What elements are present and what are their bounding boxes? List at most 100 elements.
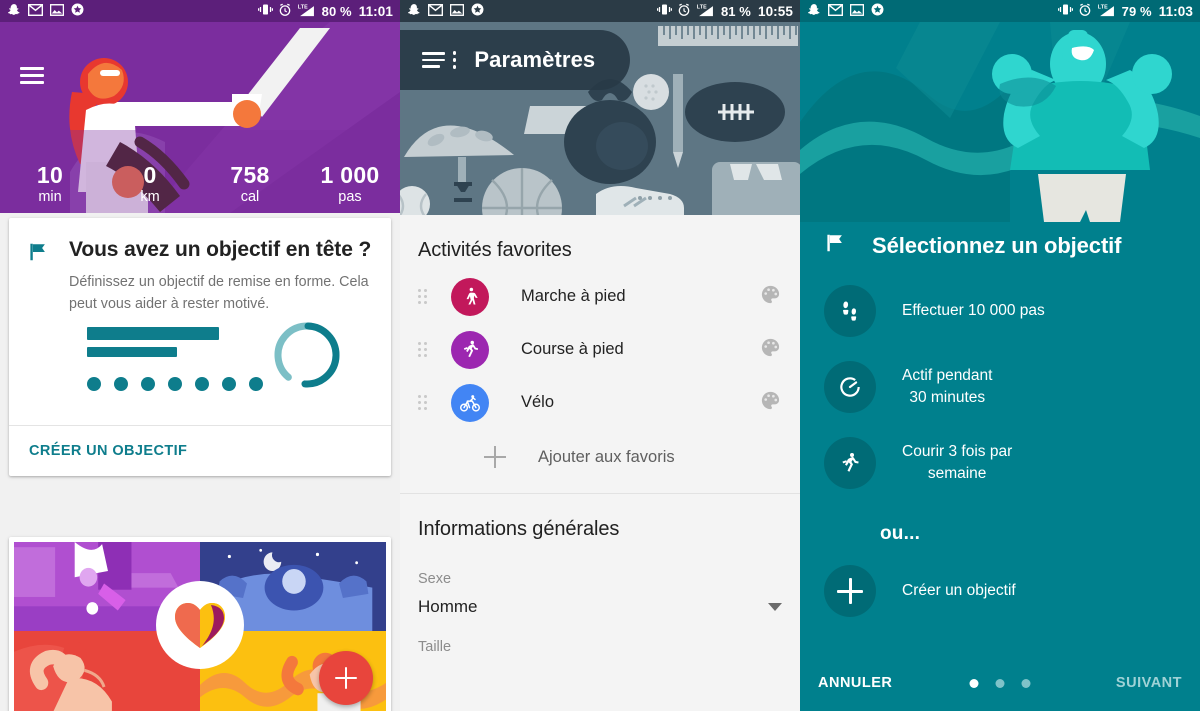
page-dot-1[interactable] [969,678,979,688]
stat-minutes-value: 10 [36,162,64,188]
placeholder-dot-row [87,377,263,391]
menu-button[interactable] [20,67,44,84]
goal-option-create[interactable]: Créer un objectif [800,565,1200,617]
vibrate-icon [656,3,672,19]
activity-row-bike[interactable]: Vélo [400,376,800,429]
status-notification-icons [407,3,484,20]
battery-percent: 81 % [720,3,751,19]
goal-option-steps[interactable]: Effectuer 10 000 pas [800,285,1200,337]
field-label: Taille [418,639,452,655]
clock-time: 11:01 [358,3,393,19]
palette-icon[interactable] [759,283,782,311]
signal-lte-icon: LTE [1097,3,1117,20]
heart-badge-icon [156,581,244,669]
snapchat-icon [807,3,821,20]
status-system-icons: LTE 80 % 11:01 [257,3,393,20]
goal-prompt-card: Vous avez un objectif en tête ? Définiss… [9,218,391,476]
page-indicator [969,678,1031,688]
stat-calories-unit: cal [240,189,260,205]
field-taille[interactable]: Taille [400,617,800,655]
alarm-icon [278,3,292,20]
create-goal-link[interactable]: CRÉER UN OBJECTIF [9,426,391,476]
settings-hero-illustration: Paramètres [400,22,800,215]
field-value-row[interactable]: Homme [418,587,782,617]
settings-app-bar: Paramètres [400,30,630,90]
status-bar-goal: LTE 79 % 11:03 [800,0,1200,22]
page-dot-3[interactable] [1021,678,1031,688]
star-badge-icon [71,3,84,19]
next-button[interactable]: SUIVANT [1116,675,1182,691]
page-title: Sélectionnez un objectif [872,232,1122,258]
placeholder-bar-long [87,327,219,340]
alarm-icon [1078,3,1092,20]
snapchat-icon [407,3,421,20]
palette-icon[interactable] [759,389,782,417]
add-favorite-row[interactable]: Ajouter aux favoris [400,429,800,485]
stat-distance: 0 km [100,162,200,207]
placeholder-bar-short [87,347,177,357]
add-favorite-label: Ajouter aux favoris [538,447,675,466]
goal-label: Effectuer 10 000 pas [902,302,1045,319]
add-activity-fab[interactable] [319,651,373,705]
stat-calories: 758 cal [200,162,300,207]
stat-steps-value: 1 000 [320,162,380,188]
stat-minutes-unit: min [38,189,62,205]
battery-percent: 79 % [1121,3,1152,19]
status-system-icons: LTE 81 % 10:55 [656,3,793,20]
svg-text:LTE: LTE [1097,4,1107,10]
status-bar-settings: LTE 81 % 10:55 [400,0,800,22]
run-icon [451,330,489,369]
star-badge-icon [871,3,884,19]
plus-icon [484,446,506,468]
progress-ring-icon [271,319,343,396]
vibrate-icon [1057,3,1073,19]
walk-icon [451,277,489,316]
alarm-icon [677,3,691,20]
activity-row-run[interactable]: Course à pied [400,323,800,376]
field-sexe[interactable]: Sexe Homme [400,549,800,617]
goal-card-title: Vous avez un objectif en tête ? [69,238,372,261]
field-label: Sexe [418,571,452,587]
screen-goal-picker: LTE 79 % 11:03 Sélectionnez un objectif … [800,0,1200,711]
home-hero-illustration: 10 min 0 km 758 cal 1 000 pas [0,22,400,213]
cancel-button[interactable]: ANNULER [818,675,892,691]
goal-option-active-time[interactable]: Actif pendant 30 minutes [800,361,1200,413]
stat-steps-unit: pas [338,189,362,205]
chevron-down-icon[interactable] [768,603,782,611]
stopwatch-icon [824,361,876,413]
bike-icon [451,383,489,422]
page-dot-2[interactable] [995,678,1005,688]
drag-handle-icon[interactable] [418,395,429,410]
flag-icon [27,236,53,315]
menu-button[interactable] [422,52,445,68]
overflow-menu-icon[interactable] [453,51,457,69]
stat-steps: 1 000 pas [300,162,400,207]
goal-label: Courir 3 fois par semaine [902,443,1013,482]
photos-icon [49,3,65,19]
gmail-icon [827,3,844,19]
goal-label: Actif pendant 30 minutes [902,367,993,406]
or-separator-label: ou... [880,523,921,544]
create-goal-label: Créer un objectif [902,582,1016,599]
general-section-title: Informations générales [418,518,620,540]
activity-label: Marche à pied [521,287,626,305]
screenshot-root: LTE 80 % 11:01 10 min 0 km 758 cal 1 000… [0,0,1200,711]
stat-distance-unit: km [140,189,160,205]
activity-collage-card[interactable] [9,537,391,711]
status-bar-home: LTE 80 % 11:01 [0,0,400,22]
stat-minutes: 10 min [0,162,100,207]
stat-distance-value: 0 [143,162,157,188]
drag-handle-icon[interactable] [418,289,429,304]
stat-calories-value: 758 [230,162,270,188]
goal-option-run-weekly[interactable]: Courir 3 fois par semaine [800,437,1200,489]
activity-row-walk[interactable]: Marche à pied [400,270,800,323]
drag-handle-icon[interactable] [418,342,429,357]
goal-picker-bottom-bar: ANNULER SUIVANT [800,655,1200,711]
goal-card-body: Vous avez un objectif en tête ? Définiss… [9,218,391,315]
daily-stats-row: 10 min 0 km 758 cal 1 000 pas [0,162,400,207]
goal-card-subtitle: Définissez un objectif de remise en form… [69,274,369,312]
status-system-icons: LTE 79 % 11:03 [1057,3,1193,20]
status-notification-icons [807,3,884,20]
palette-icon[interactable] [759,336,782,364]
field-value: Homme [418,597,478,616]
